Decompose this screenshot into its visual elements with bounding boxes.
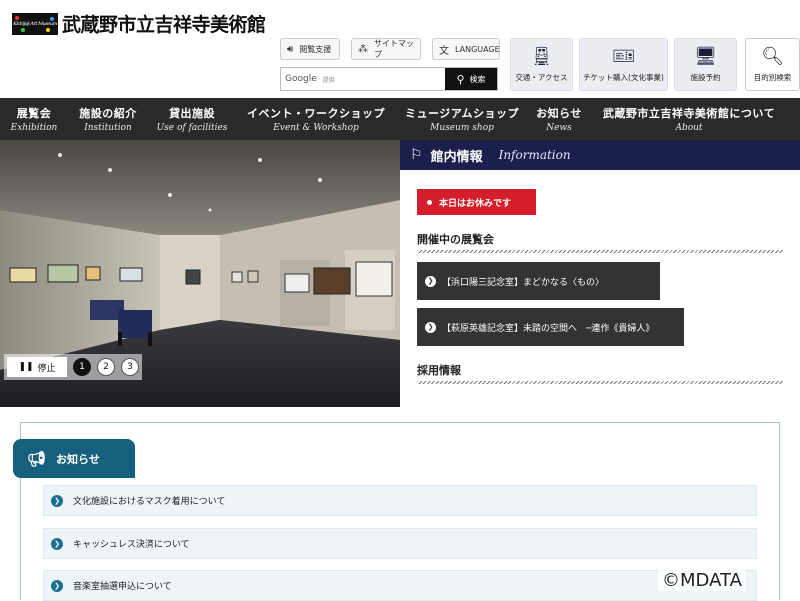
site-logo[interactable]: Kichijoji Art Museum 武蔵野市立吉祥寺美術館 — [12, 10, 266, 37]
site-header: Kichijoji Art Museum 武蔵野市立吉祥寺美術館 🔊︎ 閲覧支援… — [0, 0, 800, 98]
search-button-label: 検索 — [469, 74, 486, 84]
exhibition-link-label: 【浜口陽三記念室】まどかなる〈もの〉 — [442, 277, 605, 288]
purpose-search-label: 目的別検索 — [753, 73, 792, 82]
exhibition-link-label: 【萩原英雄記念室】未踏の空間へ ─連作《貴婦人》 — [442, 323, 655, 334]
nav-item-facilities[interactable]: 貸出施設 Use of facilities — [148, 98, 236, 140]
nav-label-en: News — [546, 123, 572, 133]
slider-stop-label: 停止 — [37, 363, 56, 374]
information-header: ⚐ 館内情報 Information — [400, 140, 800, 170]
bullet-icon — [427, 199, 432, 205]
news-list-item[interactable]: ❯ 音楽室抽選申込について — [43, 570, 757, 601]
chevron-right-icon: ❯ — [51, 537, 63, 550]
megaphone-icon: 📢︎ — [27, 449, 47, 468]
chevron-right-icon: ❯ — [51, 494, 63, 507]
news-list-item[interactable]: ❯ 文化施設におけるマスク着用について — [43, 485, 757, 516]
monitor-icon: 🖥︎ — [694, 46, 717, 67]
slider-page-1[interactable]: 1 — [73, 358, 91, 376]
current-exhibitions-heading: 開催中の展覧会 — [417, 231, 783, 253]
news-tab-heading: 📢︎ お知らせ — [13, 439, 135, 478]
flag-icon: ⚐ — [410, 147, 423, 163]
slider-page-3[interactable]: 3 — [121, 358, 139, 376]
nav-item-exhibition[interactable]: 展覧会 Exhibition — [0, 98, 68, 140]
purpose-search-button[interactable]: 🔍︎ 目的別検索 — [745, 38, 800, 91]
news-item-label: 文化施設におけるマスク着用について — [73, 497, 226, 507]
google-brand-sub: 提供 — [322, 76, 335, 84]
closed-badge-label: 本日はお休みです — [439, 198, 512, 209]
logo-mark-icon: Kichijoji Art Museum — [12, 12, 58, 35]
nav-item-event[interactable]: イベント・ワークショップ Event & Workshop — [236, 98, 396, 140]
chevron-right-icon: ❯ — [425, 275, 436, 287]
nav-item-about[interactable]: 武蔵野市立吉祥寺美術館について About — [590, 98, 788, 140]
recruitment-heading[interactable]: 採用情報 — [417, 362, 783, 384]
nav-label: お知らせ — [536, 107, 582, 120]
slider-page-2[interactable]: 2 — [97, 358, 115, 376]
facility-reservation-label: 施設予約 — [690, 73, 721, 82]
nav-label: イベント・ワークショップ — [247, 107, 385, 120]
nav-item-museum-shop[interactable]: ミュージアムショップ Museum shop — [396, 98, 528, 140]
slider-controls: ❚❚ 停止 1 2 3 — [4, 354, 142, 380]
site-title: 武蔵野市立吉祥寺美術館 — [62, 14, 266, 36]
information-title-en: Information — [498, 148, 571, 162]
site-search: Google 提供 ⚲ 検索 — [280, 67, 498, 91]
language-button[interactable]: 文 LANGUAGE — [432, 38, 500, 60]
news-list-item[interactable]: ❯ キャッシュレス決済について — [43, 528, 757, 559]
google-brand: Google — [285, 74, 317, 84]
global-nav: 展覧会 Exhibition 施設の紹介 Institution 貸出施設 Us… — [0, 98, 800, 140]
news-item-label: 音楽室抽選申込について — [73, 582, 172, 592]
audio-support-label: 閲覧支援 — [299, 44, 332, 54]
ticket-button[interactable]: 🎫︎ チケット購入(文化事業) — [579, 38, 668, 91]
nav-label: 施設の紹介 — [79, 107, 137, 120]
information-title: 館内情報 — [430, 149, 483, 165]
nav-label: 貸出施設 — [169, 107, 215, 120]
news-item-label: キャッシュレス決済について — [73, 540, 190, 550]
speaker-icon: 🔊︎ — [287, 43, 294, 55]
nav-label-en: Use of facilities — [156, 123, 228, 133]
sitemap-button[interactable]: ⁂ サイトマップ — [351, 38, 421, 60]
exhibition-link[interactable]: ❯ 【浜口陽三記念室】まどかなる〈もの〉 — [417, 262, 660, 300]
search-input[interactable]: Google 提供 — [281, 68, 445, 90]
slider-stop-button[interactable]: ❚❚ 停止 — [7, 357, 67, 377]
news-title: お知らせ — [56, 452, 100, 466]
train-icon: 🚆︎ — [530, 46, 553, 67]
copyright-watermark: ©MDATA — [658, 570, 746, 591]
pause-icon: ❚❚ — [18, 362, 34, 372]
nav-label-en: Exhibition — [10, 123, 58, 133]
nav-label-en: Event & Workshop — [273, 123, 359, 133]
access-label: 交通・アクセス — [515, 73, 568, 82]
nav-label: 武蔵野市立吉祥寺美術館について — [602, 107, 776, 120]
nav-label-en: Institution — [84, 123, 132, 133]
nav-label: ミュージアムショップ — [404, 107, 519, 120]
sitemap-label: サイトマップ — [374, 39, 414, 59]
audio-support-button[interactable]: 🔊︎ 閲覧支援 — [280, 38, 340, 60]
search-icon: ⚲ — [456, 72, 465, 86]
nav-item-news[interactable]: お知らせ News — [528, 98, 590, 140]
information-panel: ⚐ 館内情報 Information 本日はお休みです 開催中の展覧会 ❯ 【浜… — [400, 140, 800, 386]
logo-mark-text: Kichijoji Art Museum — [13, 20, 57, 27]
nav-label: 展覧会 — [16, 107, 52, 120]
chevron-right-icon: ❯ — [51, 579, 63, 592]
nav-item-institution[interactable]: 施設の紹介 Institution — [68, 98, 148, 140]
nav-label-en: Museum shop — [430, 123, 494, 133]
ticket-icon: 🎫︎ — [612, 46, 635, 67]
access-button[interactable]: 🚆︎ 交通・アクセス — [510, 38, 573, 91]
chevron-right-icon: ❯ — [425, 321, 436, 333]
closed-badge: 本日はお休みです — [417, 189, 536, 215]
magnifier-icon: 🔍︎ — [761, 46, 784, 67]
exhibition-link[interactable]: ❯ 【萩原英雄記念室】未踏の空間へ ─連作《貴婦人》 — [417, 308, 684, 346]
sitemap-icon: ⁂ — [358, 43, 368, 55]
search-button[interactable]: ⚲ 検索 — [445, 68, 497, 90]
ticket-label: チケット購入(文化事業) — [583, 73, 664, 82]
translate-icon: 文 — [439, 45, 449, 57]
language-label: LANGUAGE — [455, 44, 500, 54]
nav-label-en: About — [675, 123, 703, 133]
facility-reservation-button[interactable]: 🖥︎ 施設予約 — [674, 38, 737, 91]
